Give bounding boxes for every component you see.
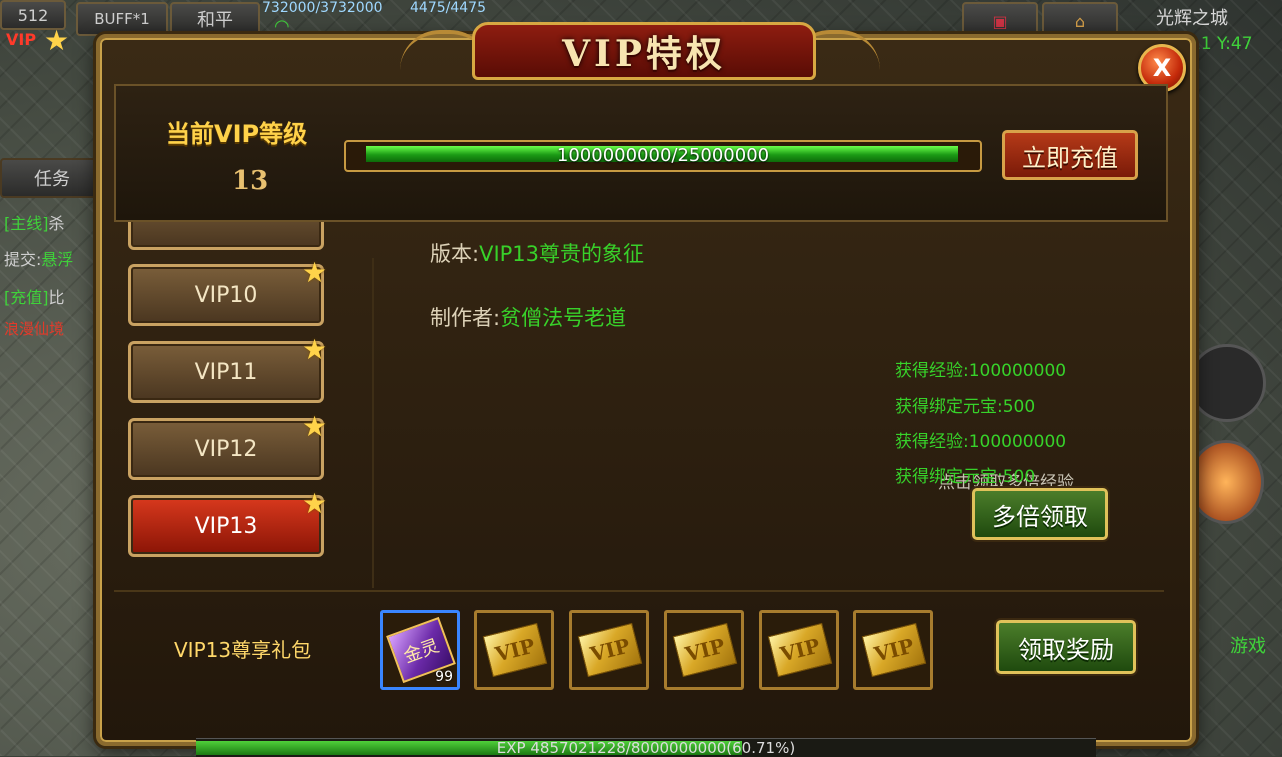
- vip-card-text: VIP: [777, 633, 823, 667]
- vip-list-item-vip11[interactable]: VIP11: [128, 341, 324, 403]
- star-icon: ★: [302, 487, 328, 520]
- star-icon: ★: [302, 410, 328, 443]
- recharge-button[interactable]: 立即充值: [1002, 130, 1138, 180]
- right-edge-text: 游戏: [1230, 636, 1266, 657]
- panel-title-text: VIP特权: [562, 33, 726, 75]
- vip-level-list[interactable]: VIP10 ★ VIP11 ★ VIP12 ★ VIP13 ★: [126, 222, 330, 566]
- map-name: 光辉之城: [1156, 8, 1228, 29]
- multi-claim-label: 多倍领取: [992, 502, 1088, 531]
- task-tab[interactable]: 任务: [0, 158, 104, 198]
- reward-line: 获得经验:100000000: [895, 361, 1067, 381]
- vip-progress-bar: 1000000000/25000000: [344, 140, 982, 172]
- vip-card-text: VIP: [871, 633, 917, 667]
- hp-readout: 732000/3732000: [262, 0, 383, 16]
- version-line: 版本:VIP13尊贵的象征: [430, 238, 644, 268]
- gift-slot[interactable]: VIP: [664, 610, 744, 690]
- gift-slot[interactable]: VIP: [853, 610, 933, 690]
- vip-card-icon: VIP: [672, 622, 738, 678]
- gift-slot[interactable]: VIP: [474, 610, 554, 690]
- reward-line: 获得经验:100000000: [895, 432, 1067, 452]
- current-level-label: 当前VIP等级: [166, 120, 308, 148]
- gift-divider: [114, 590, 1164, 592]
- gift-slot[interactable]: VIP: [759, 610, 839, 690]
- current-level-value: 13: [232, 166, 269, 196]
- claim-reward-button[interactable]: 领取奖励: [996, 620, 1136, 674]
- exp-bar: EXP 4857021228/8000000000(60.71%): [196, 738, 1096, 757]
- claim-reward-label: 领取奖励: [1018, 635, 1114, 664]
- vip-card-icon: VIP: [861, 622, 927, 678]
- vip-card-text: VIP: [492, 633, 538, 667]
- vip-card-icon: VIP: [577, 622, 643, 678]
- gift-pack-label: VIP13尊享礼包: [174, 638, 312, 662]
- author-value: 贫僧法号老道: [500, 306, 627, 330]
- skill-fire-icon[interactable]: [1188, 440, 1264, 524]
- vip-list-label: VIP11: [194, 359, 258, 385]
- vip-list-item-vip13[interactable]: VIP13: [128, 495, 324, 557]
- vip-list-label: VIP10: [194, 282, 258, 308]
- mp-readout: 4475/4475: [410, 0, 486, 16]
- jade-item-text: 金灵: [401, 635, 443, 668]
- quest-line[interactable]: [充值]比: [4, 284, 65, 308]
- star-icon: ★: [302, 333, 328, 366]
- skill-slot-icon[interactable]: [1188, 344, 1266, 422]
- recharge-button-label: 立即充值: [1022, 143, 1118, 172]
- vip-list-item-vip12[interactable]: VIP12: [128, 418, 324, 480]
- panel-title: VIP特权: [472, 22, 816, 80]
- vip-list-label: VIP13: [194, 513, 258, 539]
- author-label: 制作者:: [430, 306, 501, 330]
- author-line: 制作者:贫僧法号老道: [430, 302, 626, 332]
- reward-line: 获得绑定元宝:500: [895, 397, 1036, 417]
- gift-slot[interactable]: 金灵 99: [380, 610, 460, 690]
- pk-mode-button[interactable]: 和平: [170, 2, 260, 36]
- vip-card-text: VIP: [587, 633, 633, 667]
- star-icon: ★: [302, 256, 328, 289]
- vip-list-item-partial[interactable]: [128, 222, 324, 250]
- list-divider: [372, 258, 374, 588]
- map-coords: 11 Y:47: [1190, 34, 1253, 54]
- vip-card-icon: VIP: [767, 622, 833, 678]
- version-value: VIP13尊贵的象征: [479, 242, 645, 266]
- reward-line: 获得绑定元宝:500: [895, 467, 1036, 487]
- vip-progress-text: 1000000000/25000000: [556, 145, 770, 166]
- exp-text: EXP 4857021228/8000000000(60.71%): [496, 739, 796, 757]
- vip-list-label: VIP12: [194, 436, 258, 462]
- gift-slot[interactable]: VIP: [569, 610, 649, 690]
- multi-claim-button[interactable]: 多倍领取: [972, 488, 1108, 540]
- quest-line[interactable]: 提交:悬浮: [4, 246, 73, 270]
- vip-card-text: VIP: [682, 633, 728, 667]
- vip-card-icon: VIP: [482, 622, 548, 678]
- version-label: 版本:: [430, 242, 480, 266]
- quest-line[interactable]: [主线]杀: [4, 210, 65, 234]
- vip-star-icon: ★: [44, 24, 70, 57]
- quest-line[interactable]: 浪漫仙境: [4, 318, 64, 339]
- vip-tag: VIP: [6, 30, 37, 49]
- buff-button[interactable]: BUFF*1: [76, 2, 168, 36]
- vip-list-item-vip10[interactable]: VIP10: [128, 264, 324, 326]
- item-count: 99: [435, 669, 453, 685]
- close-icon: X: [1152, 54, 1172, 82]
